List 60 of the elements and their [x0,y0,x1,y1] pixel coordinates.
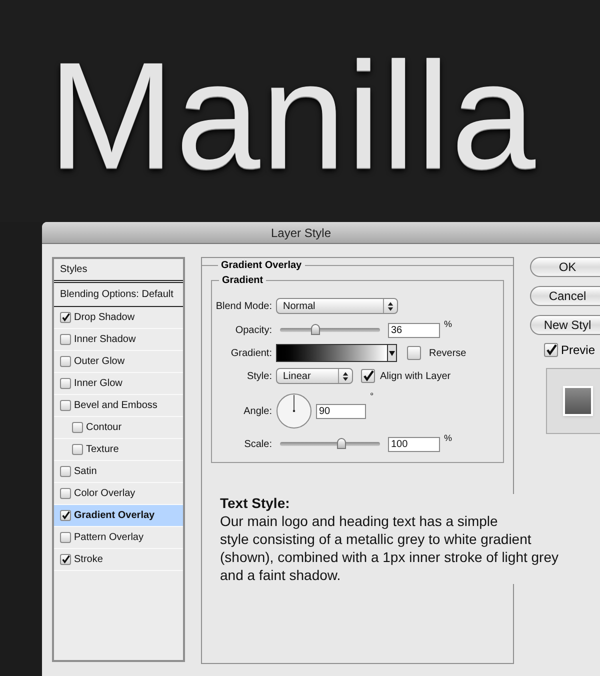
list-item[interactable]: Bevel and Emboss [54,395,183,417]
field-label: Opacity: [234,324,273,338]
list-item[interactable]: Satin [54,461,183,483]
checkbox[interactable] [60,554,71,565]
blend-mode-dropdown[interactable]: Normal [276,298,398,314]
list-item[interactable]: Pattern Overlay [54,527,183,549]
section-title: Gradient Overlay [220,259,303,273]
angle-field[interactable]: 90 [316,404,366,418]
checkbox[interactable] [72,444,83,455]
scale-field[interactable]: 100 [388,436,440,452]
list-item[interactable]: Inner Glow [54,373,183,395]
dialog-button[interactable]: OK [530,257,600,277]
checkbox[interactable] [60,334,71,345]
checkbox[interactable] [60,378,71,389]
checkbox[interactable] [60,466,71,477]
annotation-text: Our main logo and heading text has a simple style consisting of a metallic grey to white gradient (shown), combined with a 1px inner stroke of light grey and a faint shadow. [220,512,560,584]
slider-thumb[interactable] [337,438,346,449]
list-item[interactable]: Blending Options: Default [54,283,183,307]
dialog-button[interactable]: New Styl [530,315,600,335]
angle-dial[interactable] [276,393,312,429]
preview-swatch [563,386,593,416]
checkbox[interactable] [407,346,421,360]
checkbox-label: Previe [561,342,596,359]
annotation-heading: Text Style: [220,494,291,512]
list-item[interactable]: Outer Glow [54,351,183,373]
list-item[interactable]: Texture [54,439,183,461]
checkbox[interactable] [60,400,71,411]
field-label: Style: [246,370,273,384]
field-label: Angle: [242,404,273,418]
gradient-picker[interactable] [276,344,397,362]
field-label: Blend Mode: [214,300,273,314]
checkbox[interactable] [361,369,375,383]
list-item[interactable]: Drop Shadow [54,307,183,329]
logo-text: Manilla [48,40,537,192]
list-item[interactable]: Styles [54,259,183,283]
unit-label: % [444,432,452,445]
field-label: Scale: [243,438,273,452]
unit-label: % [444,318,452,331]
checkbox[interactable] [60,488,71,499]
unit-label: ° [370,390,374,403]
window-title: Layer Style [270,224,332,242]
opacity-field[interactable]: 36 [388,322,440,338]
checkbox[interactable] [60,356,71,367]
checkbox[interactable] [60,312,71,323]
list-item[interactable]: Gradient Overlay [54,505,183,527]
dialog-button[interactable]: Cancel [530,286,600,306]
checkbox[interactable] [544,343,558,357]
checkbox[interactable] [72,422,83,433]
slider-thumb[interactable] [311,324,320,335]
field-label: Gradient: [230,346,273,360]
checkbox[interactable] [60,532,71,543]
style-dropdown[interactable]: Linear [276,368,353,384]
group-title: Gradient [221,274,264,288]
list-item[interactable]: Stroke [54,549,183,571]
checkbox[interactable] [60,510,71,521]
dropdown-arrow-icon [389,350,395,356]
list-item[interactable]: Inner Shadow [54,329,183,351]
list-item[interactable]: Contour [54,417,183,439]
checkbox-label: Reverse [429,346,466,360]
checkbox-label: Align with Layer [380,370,451,384]
